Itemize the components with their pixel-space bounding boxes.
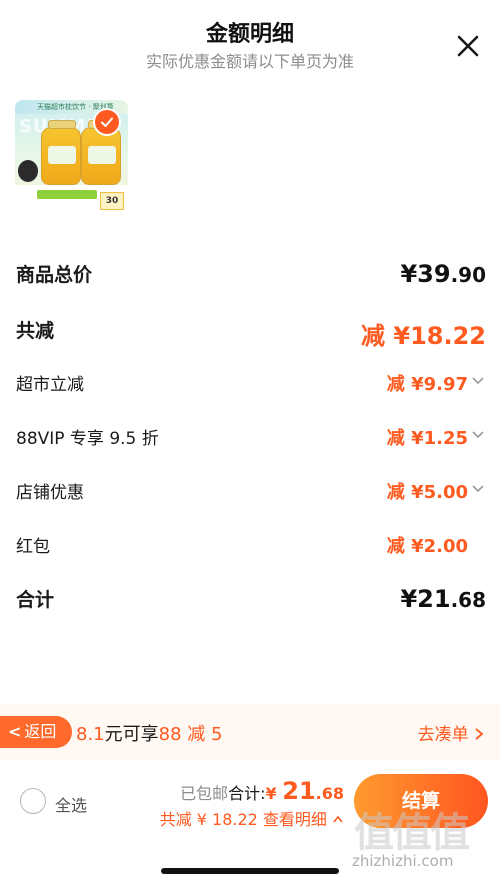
chevron-down-icon	[472, 431, 484, 439]
product-jar-right	[81, 120, 121, 185]
row-label: 商品总价	[16, 264, 93, 286]
modal-header: 金额明细 实际优惠金额请以下单页为准	[0, 0, 500, 80]
total-symbol: ¥	[265, 784, 277, 803]
total-amount: ¥ 21.68	[265, 777, 344, 805]
row-red-packet: 红包 减 ¥2.00	[16, 532, 486, 562]
row-label: 共减	[16, 320, 55, 342]
total-int: 21	[282, 777, 316, 805]
thumb-green-tag	[37, 190, 97, 199]
back-label: 返回	[24, 722, 57, 741]
row-subtotal: 合计 ¥21.68	[16, 585, 486, 615]
row-supermarket[interactable]: 超市立减 减 ¥9.97	[16, 370, 486, 400]
thumb-price-tag: 30	[100, 192, 124, 210]
promo-middle: 元可享	[104, 724, 159, 745]
promo-text: 8.1元可享88 减 5	[76, 720, 222, 746]
product-thumbnail[interactable]: 天猫超市枕饮节 · 聚划算 SUMMER 30	[15, 100, 128, 213]
row-store[interactable]: 店铺优惠 减 ¥5.00	[16, 478, 486, 508]
discount-prefix: 减	[361, 322, 386, 350]
discount-detail-text: 共减 ¥ 18.22 查看明细	[159, 810, 327, 829]
row-vip[interactable]: 88VIP 专享 9.5 折 减 ¥1.25	[16, 424, 486, 454]
chevron-left-icon: <	[8, 722, 22, 741]
chevron-right-icon	[475, 728, 484, 740]
row-value: ¥39.90	[400, 260, 486, 288]
total-dec: .68	[315, 784, 344, 803]
jar-lid	[48, 120, 76, 129]
promo-amount: 8.1	[76, 724, 105, 745]
home-indicator[interactable]	[161, 868, 339, 874]
close-icon	[457, 35, 479, 57]
select-all-label: 全选	[55, 796, 88, 815]
row-label: 超市立减	[16, 375, 84, 395]
page-subtitle: 实际优惠金额请以下单页为准	[145, 52, 354, 71]
selected-check-badge[interactable]	[93, 108, 121, 136]
row-value: 减 ¥9.97	[387, 370, 486, 396]
go-add-items-link[interactable]: 去凑单	[418, 720, 484, 745]
currency-symbol: ¥	[400, 585, 418, 613]
price-cents: .90	[450, 263, 486, 287]
discount-prefix: 减	[386, 482, 405, 503]
row-label: 红包	[16, 537, 50, 557]
discount-amount: ¥1.25	[411, 428, 468, 449]
promo-offer: 88 减 5	[158, 724, 223, 745]
total-summary: 已包邮合计:¥ 21.68	[180, 777, 344, 805]
product-jar-left	[41, 120, 81, 185]
row-value: 减 ¥2.00	[387, 532, 486, 558]
discount-prefix: 减	[386, 428, 405, 449]
promo-link-label: 去凑单	[417, 725, 469, 745]
row-value: ¥21.68	[400, 585, 486, 613]
discount-prefix: 减	[386, 536, 405, 557]
price-int: 39	[417, 260, 451, 288]
discount-prefix: 减	[386, 374, 405, 395]
jar-label	[48, 146, 76, 164]
row-label: 合计	[16, 589, 55, 611]
discount-amount: ¥18.22	[393, 322, 486, 350]
discount-amount: ¥2.00	[411, 536, 468, 557]
check-icon	[101, 117, 113, 127]
view-details-link[interactable]: 共减 ¥ 18.22 查看明细	[160, 806, 344, 830]
discount-amount: ¥9.97	[411, 374, 468, 395]
total-label: 合计:	[228, 784, 266, 803]
row-label: 店铺优惠	[16, 483, 84, 503]
checkout-button[interactable]: 结算	[354, 774, 488, 828]
page-title: 金额明细	[205, 22, 294, 47]
price-cents: .68	[450, 588, 486, 612]
chevron-down-icon	[472, 485, 484, 493]
select-all-radio[interactable]	[20, 788, 46, 814]
row-value: 减 ¥1.25	[387, 424, 486, 450]
currency-symbol: ¥	[400, 260, 418, 288]
row-value: 减 ¥5.00	[387, 478, 486, 504]
row-value: 减 ¥18.22	[361, 316, 486, 351]
price-int: 21	[417, 585, 451, 613]
row-label: 88VIP 专享 9.5 折	[16, 429, 159, 449]
row-total-price: 商品总价 ¥39.90	[16, 260, 486, 290]
thumb-mascot	[18, 160, 38, 182]
chevron-down-icon	[472, 377, 484, 385]
discount-amount: ¥5.00	[411, 482, 468, 503]
close-button[interactable]	[452, 30, 484, 62]
shipping-text: 已包邮	[180, 784, 229, 803]
jar-label	[88, 146, 116, 164]
back-button[interactable]: < 返回	[0, 716, 72, 748]
chevron-up-icon	[333, 815, 343, 823]
row-total-discount: 共减 减 ¥18.22	[16, 316, 486, 350]
